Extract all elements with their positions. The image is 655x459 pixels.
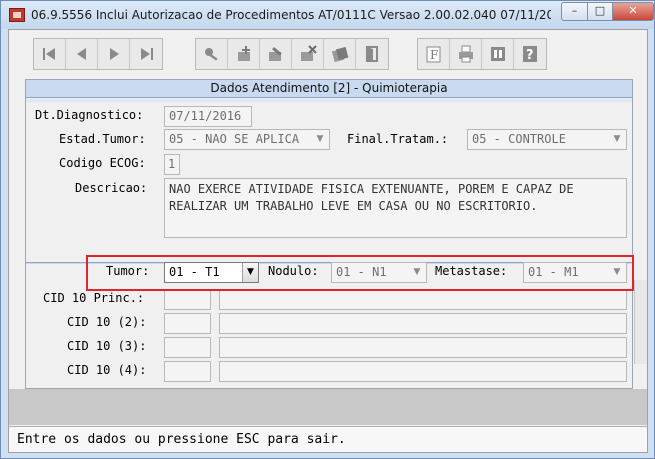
codigo-ecog-label: Codigo ECOG:: [59, 156, 146, 170]
cid-2-code-field[interactable]: [164, 313, 211, 334]
cid-3-code-field[interactable]: [164, 337, 211, 358]
help-icon[interactable]: ?: [514, 39, 546, 69]
maximize-button[interactable]: □: [587, 2, 613, 21]
cid-4-description-field[interactable]: [219, 361, 627, 382]
cid-4-code-field[interactable]: [164, 361, 211, 382]
svg-text:?: ?: [526, 48, 534, 63]
app-window: 06.9.5556 Inclui Autorizacao de Procedim…: [0, 0, 655, 459]
copy-record-icon[interactable]: [324, 39, 356, 69]
edit-record-icon[interactable]: [260, 39, 292, 69]
estad-tumor-value: 05 - NAO SE APLICA: [169, 132, 300, 146]
misc-group: F ?: [417, 38, 547, 70]
bottom-area: [9, 389, 647, 425]
cid-princ-code-field[interactable]: [164, 289, 211, 310]
codigo-ecog-field[interactable]: 1: [164, 154, 180, 175]
chevron-down-icon: ▼: [316, 134, 324, 144]
panel-header-shadow: [26, 99, 632, 102]
cid-4-label: CID 10 (4):: [67, 363, 147, 377]
filter-icon[interactable]: F: [418, 39, 450, 69]
close-button[interactable]: ✕: [612, 2, 654, 21]
window-title: 06.9.5556 Inclui Autorizacao de Procedim…: [31, 8, 551, 22]
final-tratam-value: 05 - CONTROLE: [472, 132, 566, 146]
delete-record-icon[interactable]: [292, 39, 324, 69]
status-message: Entre os dados ou pressione ESC para sai…: [17, 432, 346, 447]
app-icon: [9, 8, 25, 22]
panel-title: Dados Atendimento [2] - Quimioterapia: [26, 80, 632, 98]
dt-diagnostico-label: Dt.Diagnostico:: [35, 108, 144, 122]
options-icon[interactable]: [482, 39, 514, 69]
cid-princ-description-field[interactable]: [219, 289, 627, 310]
search-key-icon[interactable]: [196, 39, 228, 69]
estad-tumor-select[interactable]: 05 - NAO SE APLICA ▼: [164, 129, 330, 150]
chevron-down-icon: ▼: [613, 134, 621, 144]
title-bar: 06.9.5556 Inclui Autorizacao de Procedim…: [1, 1, 654, 29]
cid-3-label: CID 10 (3):: [67, 339, 147, 353]
navigation-group: [33, 38, 163, 70]
cid-princ-label: CID 10 Princ.:: [43, 291, 145, 305]
estad-tumor-label: Estad.Tumor:: [59, 132, 146, 146]
dt-diagnostico-field[interactable]: 07/11/2016: [164, 106, 252, 127]
toolbar: F ?: [9, 30, 647, 78]
exit-door-icon[interactable]: [356, 39, 388, 69]
minimize-button[interactable]: –: [561, 2, 588, 21]
panel-scrollbar[interactable]: [634, 280, 647, 364]
edit-group: [195, 38, 389, 70]
descricao-label: Descricao:: [75, 181, 148, 195]
cid-2-label: CID 10 (2):: [67, 315, 147, 329]
client-area: F ? Dados Atendimento [2] - Quimioterapi…: [8, 29, 648, 453]
descricao-textarea[interactable]: NAO EXERCE ATIVIDADE FISICA EXTENUANTE, …: [164, 178, 627, 238]
add-record-icon[interactable]: [228, 39, 260, 69]
dados-atendimento-panel: Dados Atendimento [2] - Quimioterapia Dt…: [25, 79, 633, 389]
cid-3-description-field[interactable]: [219, 337, 627, 358]
print-icon[interactable]: [450, 39, 482, 69]
status-bar: Entre os dados ou pressione ESC para sai…: [9, 426, 647, 452]
first-record-icon[interactable]: [34, 39, 66, 69]
svg-text:F: F: [430, 48, 438, 62]
highlight-box: [86, 255, 634, 291]
descricao-line-1: NAO EXERCE ATIVIDADE FISICA EXTENUANTE, …: [169, 182, 574, 196]
previous-record-icon[interactable]: [66, 39, 98, 69]
last-record-icon[interactable]: [130, 39, 162, 69]
final-tratam-label: Final.Tratam.:: [347, 132, 449, 146]
next-record-icon[interactable]: [98, 39, 130, 69]
cid-2-description-field[interactable]: [219, 313, 627, 334]
descricao-line-2: REALIZAR UM TRABALHO LEVE EM CASA OU NO …: [169, 199, 538, 213]
final-tratam-select[interactable]: 05 - CONTROLE ▼: [467, 129, 627, 150]
